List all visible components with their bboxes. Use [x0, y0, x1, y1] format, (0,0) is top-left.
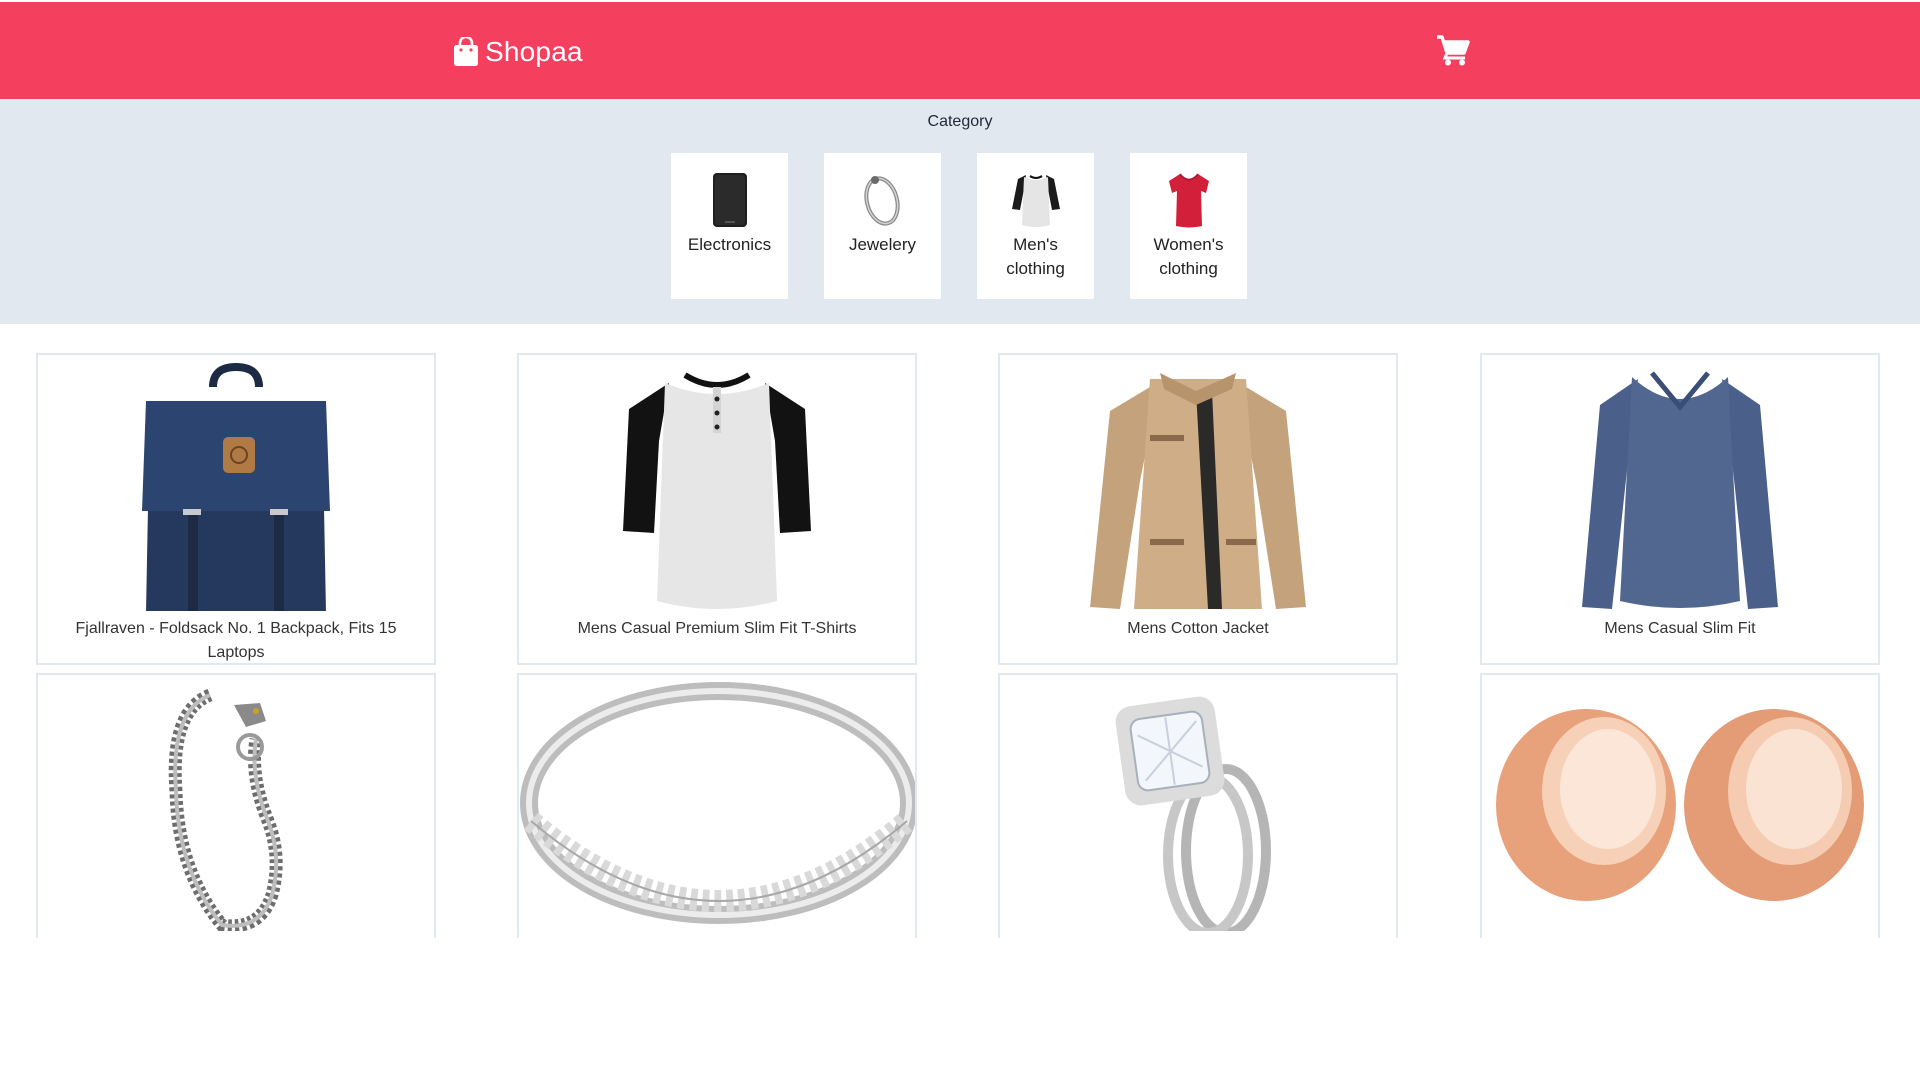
product-card[interactable]: Fjallraven - Foldsack No. 1 Backpack, Fi… — [36, 353, 436, 665]
raglan-tshirt-image — [623, 372, 811, 609]
product-card[interactable] — [1480, 673, 1880, 938]
category-label: Men's clothing — [1006, 235, 1065, 278]
category-section: Category Electronics Jewelery Men's clot… — [0, 99, 1920, 324]
category-card-jewelery[interactable]: Jewelery — [824, 153, 941, 299]
product-title: Mens Cotton Jacket — [1127, 620, 1269, 637]
product-card[interactable]: Mens Casual Slim Fit — [1480, 353, 1880, 665]
shopping-bag-icon — [453, 37, 479, 67]
product-title: Mens Casual Slim Fit — [1604, 620, 1756, 637]
brand-name: Shopaa — [485, 36, 583, 67]
rose-gold-ear-tunnels-image — [1496, 709, 1864, 901]
khaki-jacket-image — [1090, 373, 1306, 609]
halo-diamond-ring-set-image — [1115, 696, 1271, 931]
category-label: Electronics — [687, 235, 772, 254]
silver-eternity-ring-image — [520, 682, 915, 924]
product-card[interactable] — [998, 673, 1398, 938]
shopping-cart-button[interactable] — [1436, 34, 1470, 66]
category-heading: Category — [927, 113, 993, 130]
blue-long-sleeve-shirt-image — [1582, 371, 1778, 609]
top-navbar: Shopaa — [0, 2, 1920, 99]
bracelet-icon — [863, 176, 900, 226]
shopping-cart-icon — [1437, 35, 1470, 66]
external-drive-icon — [712, 173, 747, 227]
raglan-shirt-icon — [1011, 175, 1060, 227]
category-label: Women's clothing — [1153, 235, 1224, 278]
category-label: Jewelery — [848, 235, 917, 254]
category-card-womens-clothing[interactable]: Women's clothing — [1130, 153, 1247, 299]
brand-logo-link[interactable]: Shopaa — [453, 32, 583, 72]
product-card[interactable]: Mens Cotton Jacket — [998, 353, 1398, 665]
category-card-mens-clothing[interactable]: Men's clothing — [977, 153, 1094, 299]
dragon-chain-bracelet-image — [168, 688, 283, 931]
navy-backpack-image — [142, 362, 330, 611]
category-card-electronics[interactable]: Electronics — [671, 153, 788, 299]
product-card[interactable] — [517, 673, 917, 938]
product-title: Fjallraven - Foldsack No. 1 Backpack, Fi… — [75, 620, 397, 661]
red-tshirt-icon — [1168, 173, 1209, 228]
product-card[interactable] — [36, 673, 436, 938]
product-title: Mens Casual Premium Slim Fit T-Shirts — [577, 620, 857, 637]
product-card[interactable]: Mens Casual Premium Slim Fit T-Shirts — [517, 353, 917, 665]
